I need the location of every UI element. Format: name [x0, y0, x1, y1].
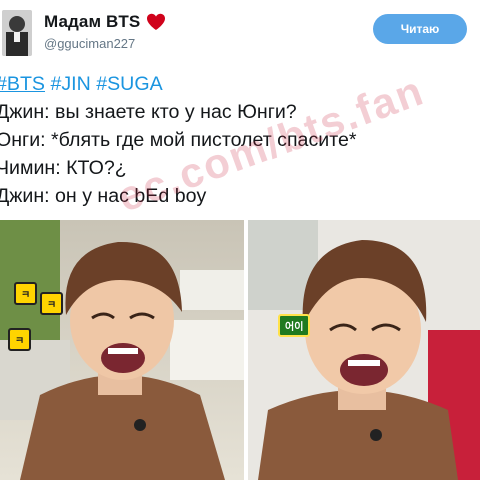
- hashtag-bts[interactable]: #BTS: [0, 73, 45, 95]
- username[interactable]: @gguciman227: [44, 36, 135, 51]
- hashtag-line: #BTS #JIN #SUGA: [0, 70, 480, 98]
- follow-button[interactable]: Читаю: [373, 14, 467, 44]
- avatar[interactable]: [2, 10, 32, 56]
- photo-right[interactable]: 어이: [248, 220, 480, 480]
- name-row: Мадам BTS: [44, 12, 166, 32]
- display-name[interactable]: Мадам BTS: [44, 12, 140, 32]
- laughing-man-photo-left: [0, 220, 244, 480]
- sticker-left-3: ㅋ: [8, 328, 32, 351]
- photo-left[interactable]: ㅋ ㅋ ㅋ: [0, 220, 244, 480]
- tweet-line-4: Джин: он у нас bEd boy: [0, 185, 207, 207]
- tweet-line-2: Онги: *блять где мой пистолет спасите*: [0, 129, 357, 151]
- tweet-text: #BTS #JIN #SUGA Джин: вы знаете кто у на…: [0, 70, 480, 210]
- sticker-left-1: ㅋ: [14, 282, 38, 305]
- tweet-card: Мадам BTS @gguciman227 Читаю #BTS #JIN #…: [0, 0, 480, 480]
- photo-grid: ㅋ ㅋ ㅋ 어이: [0, 220, 480, 480]
- sticker-right-1: 어이: [278, 314, 311, 337]
- sticker-left-2: ㅋ: [40, 292, 64, 315]
- tweet-line-1: Джин: вы знаете кто у нас Юнги?: [0, 101, 297, 123]
- hashtag-jin[interactable]: #JIN: [50, 73, 90, 95]
- tweet-line-3: Чимин: КТО?¿: [0, 157, 127, 179]
- heart-icon: [146, 13, 166, 31]
- tweet-header: Мадам BTS @gguciman227 Читаю: [0, 0, 480, 66]
- hashtag-suga[interactable]: #SUGA: [96, 73, 162, 95]
- laughing-man-photo-right: [248, 220, 480, 480]
